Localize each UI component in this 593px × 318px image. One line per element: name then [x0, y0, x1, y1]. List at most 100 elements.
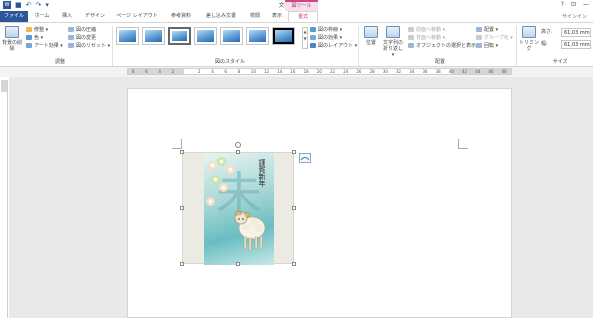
ruler-tick-label: 42 [462, 69, 468, 74]
artistic-effects-label: アート効果 ▾ [34, 43, 63, 49]
picture-style-thumb[interactable] [142, 27, 165, 45]
horizontal-ruler[interactable]: 8 6 4 2 2 4 6 8 10 12 14 16 18 20 22 24 26 28 30 32 34 36 38 40… [127, 68, 512, 75]
bring-forward-label: 前面へ移動 ▾ [416, 27, 446, 33]
flower-decoration [206, 197, 215, 206]
width-input[interactable]: 61.03 mm [561, 40, 591, 49]
ruler-bar: 8 6 4 2 2 4 6 8 10 12 14 16 18 20 22 24 26 28 30 32 34 36 38 40… [0, 67, 593, 77]
vertical-ruler[interactable] [1, 80, 8, 318]
position-button[interactable]: 位置 [362, 26, 380, 46]
artistic-effects-icon [26, 43, 32, 48]
corrections-button[interactable]: 修整 ▾ [26, 27, 48, 34]
layout-options-button[interactable] [299, 153, 311, 163]
picture-effects-button[interactable]: 図の効果 ▾ [310, 35, 342, 42]
ruler-tick-label: 40 [448, 69, 454, 74]
ribbon-display-icon[interactable]: ⊡ [571, 1, 576, 8]
resize-handle-e[interactable] [292, 206, 296, 210]
reset-picture-button[interactable]: 図のリセット ▾ [68, 43, 110, 50]
picture-style-thumb[interactable] [220, 27, 243, 45]
bring-forward-icon [408, 27, 414, 32]
align-icon [476, 27, 482, 32]
change-picture-label: 図の変更 [76, 35, 97, 41]
tab-design[interactable]: デザイン [82, 11, 108, 22]
ruler-tick-label: 48 [501, 69, 507, 74]
remove-background-icon [5, 26, 19, 38]
remove-background-label: 背景の削除 [2, 40, 23, 52]
height-label: 高さ: [541, 29, 553, 35]
group-objects-button[interactable]: グループ化 ▾ [476, 35, 513, 42]
ruler-tick-label: 32 [396, 69, 402, 74]
artistic-effects-button[interactable]: アート効果 ▾ [26, 43, 63, 50]
picture-border-icon [310, 27, 316, 32]
resize-handle-nw[interactable] [180, 150, 184, 154]
picture-style-thumb[interactable] [168, 27, 191, 45]
tab-mailings[interactable]: 差し込み文書 [200, 11, 242, 22]
flower-decoration [208, 161, 217, 170]
ruler-tick-label: 26 [356, 69, 362, 74]
picture-style-thumb[interactable] [246, 27, 269, 45]
tab-format[interactable]: 書式 [288, 11, 318, 22]
color-label: 色 ▾ [34, 35, 44, 41]
picture-style-thumb[interactable] [116, 27, 139, 45]
corrections-label: 修整 ▾ [34, 27, 49, 33]
picture-layout-button[interactable]: 図のレイアウト ▾ [310, 43, 357, 50]
group-divider [112, 26, 113, 66]
picture-effects-icon [310, 35, 316, 40]
ruler-tick-label: 20 [316, 69, 322, 74]
height-input[interactable]: 61.03 mm [561, 28, 591, 37]
align-label: 配置 ▾ [484, 27, 499, 33]
picture-style-thumb[interactable] [272, 27, 295, 45]
group-icon [476, 35, 482, 40]
tab-page-layout[interactable]: ページ レイアウト [113, 11, 161, 22]
bring-forward-button[interactable]: 前面へ移動 ▾ [408, 27, 445, 34]
color-button[interactable]: 色 ▾ [26, 35, 43, 42]
size-group-label: サイズ [552, 59, 568, 65]
picture-styles-group-label: 図のスタイル [214, 59, 245, 65]
resize-handle-sw[interactable] [180, 262, 184, 266]
tab-home[interactable]: ホーム [31, 11, 53, 22]
ruler-tick-label: 6 [224, 69, 227, 74]
change-picture-button[interactable]: 図の変更 [68, 35, 96, 42]
help-icon[interactable]: ? [561, 1, 564, 8]
picture-effects-label: 図の効果 ▾ [318, 35, 343, 41]
resize-handle-se[interactable] [292, 262, 296, 266]
tab-review[interactable]: 校閲 [246, 11, 264, 22]
arrange-group-label: 配置 [434, 59, 445, 65]
card-artwork: 未 謹賀新年 [204, 153, 274, 265]
tab-file[interactable]: ファイル [0, 11, 28, 22]
resize-handle-w[interactable] [180, 206, 184, 210]
new-year-card-image[interactable]: 未 謹賀新年 [182, 152, 294, 265]
ruler-tick-label: 16 [290, 69, 296, 74]
remove-background-button[interactable]: 背景の削除 [2, 26, 22, 52]
gallery-scroll[interactable]: ▲ ▼ [302, 27, 308, 49]
reset-picture-icon [68, 43, 74, 48]
rotate-button[interactable]: 回転 ▾ [476, 43, 498, 50]
crop-button[interactable]: トリミング [519, 26, 539, 52]
group-divider [358, 26, 359, 66]
ruler-tick-label: 2 [171, 69, 175, 74]
account-sign-in[interactable]: サインイン [562, 13, 587, 20]
flower-decoration [217, 157, 226, 166]
send-backward-button[interactable]: 背面へ移動 ▾ [408, 35, 445, 42]
ruler-tick-label: 4 [211, 69, 214, 74]
resize-handle-n[interactable] [236, 150, 240, 154]
tab-references[interactable]: 参考資料 [166, 11, 196, 22]
selection-pane-button[interactable]: オブジェクトの選択と表示 [408, 43, 476, 50]
wrap-text-button[interactable]: 文字列の折り返し ▾ [381, 26, 405, 58]
picture-style-thumb[interactable] [194, 27, 217, 45]
ruler-tick-label: 18 [303, 69, 309, 74]
align-button[interactable]: 配置 ▾ [476, 27, 498, 34]
ruler-tick-label: 10 [250, 69, 256, 74]
rotate-handle[interactable] [235, 142, 241, 148]
wrap-text-icon [386, 26, 400, 38]
picture-border-button[interactable]: 図の枠線 ▾ [310, 27, 342, 34]
ruler-tick-label: 38 [435, 69, 441, 74]
top-margin-shade [1, 80, 7, 92]
minimize-icon[interactable]: — [583, 1, 589, 8]
tab-insert[interactable]: 挿入 [58, 11, 76, 22]
compress-pictures-button[interactable]: 図の圧縮 [68, 27, 96, 34]
sheep-illustration [234, 210, 266, 251]
resize-handle-s[interactable] [236, 262, 240, 266]
resize-handle-ne[interactable] [292, 150, 296, 154]
tab-view[interactable]: 表示 [268, 11, 286, 22]
card-greeting-text: 謹賀新年 [258, 159, 266, 187]
